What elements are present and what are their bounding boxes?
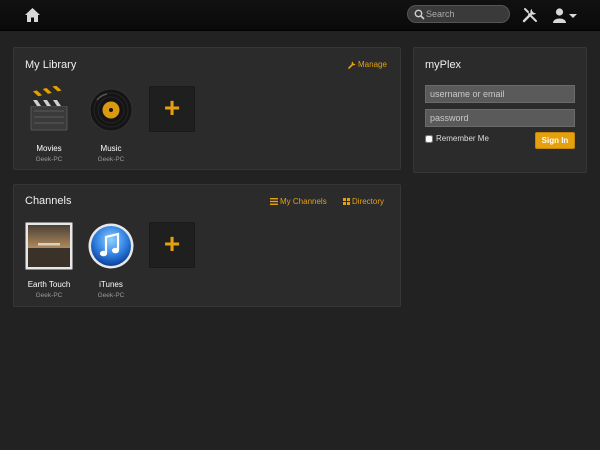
- manage-label: Manage: [358, 60, 387, 69]
- channel-item-earth-touch[interactable]: Earth Touch Geek-PC: [19, 222, 79, 299]
- manage-link[interactable]: Manage: [348, 60, 387, 69]
- itunes-icon: [88, 223, 134, 269]
- list-icon: [270, 198, 278, 206]
- library-item-movies[interactable]: Movies Geek-PC: [19, 83, 79, 163]
- wrench-icon: [348, 61, 356, 69]
- password-field[interactable]: [425, 109, 575, 127]
- sign-in-button[interactable]: Sign In: [535, 132, 575, 149]
- library-item-server: Geek-PC: [35, 156, 63, 163]
- grid-icon: [343, 198, 350, 206]
- clapper-stripes: [31, 100, 67, 106]
- remember-me-checkbox[interactable]: [425, 134, 433, 143]
- my-channels-label: My Channels: [280, 197, 327, 206]
- remember-me: Remember Me: [425, 134, 489, 143]
- library-item-label: Movies: [36, 144, 62, 153]
- remember-me-label: Remember Me: [436, 134, 489, 143]
- user-icon[interactable]: [552, 7, 578, 23]
- vinyl-record-icon: [89, 88, 133, 132]
- search-input[interactable]: [426, 7, 506, 21]
- channel-item-label: Earth Touch: [27, 280, 71, 289]
- library-item-server: Geek-PC: [97, 156, 125, 163]
- add-channel-button[interactable]: +: [149, 222, 195, 268]
- search-icon: [414, 9, 425, 20]
- channels-title: Channels: [25, 195, 72, 207]
- add-library-button[interactable]: +: [149, 86, 195, 132]
- my-channels-link[interactable]: My Channels: [270, 197, 327, 206]
- library-item-music[interactable]: Music Geek-PC: [81, 86, 141, 163]
- library-title: My Library: [25, 59, 77, 71]
- library-item-label: Music: [100, 144, 122, 153]
- plus-icon: +: [163, 228, 181, 259]
- chevron-down-icon: [569, 14, 577, 18]
- directory-link[interactable]: Directory: [343, 197, 384, 206]
- channel-item-label: iTunes: [99, 280, 123, 289]
- search-box[interactable]: [407, 5, 510, 23]
- home-icon[interactable]: [24, 7, 41, 23]
- top-bar: [0, 0, 600, 31]
- myplex-title: myPlex: [425, 59, 462, 71]
- earth-touch-thumbnail: [25, 222, 73, 270]
- channel-item-itunes[interactable]: iTunes Geek-PC: [81, 222, 141, 299]
- channel-item-server: Geek-PC: [97, 292, 125, 299]
- username-field[interactable]: [425, 85, 575, 103]
- plus-icon: +: [163, 92, 181, 123]
- channel-item-server: Geek-PC: [35, 292, 63, 299]
- directory-label: Directory: [352, 197, 385, 206]
- tools-icon[interactable]: [522, 7, 538, 23]
- clapperboard-icon: [30, 83, 68, 131]
